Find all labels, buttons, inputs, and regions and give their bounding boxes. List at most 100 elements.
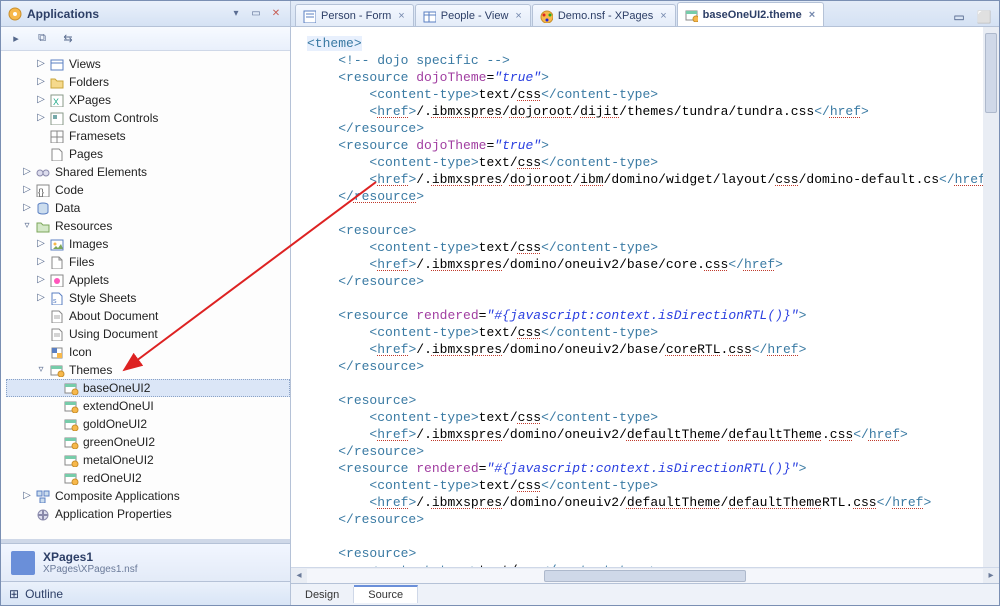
- twisty-icon[interactable]: ▷: [35, 253, 47, 271]
- tree-item-shared-elements[interactable]: ▷ Shared Elements: [7, 163, 290, 181]
- design-tab[interactable]: Design: [291, 587, 354, 603]
- twisty-icon[interactable]: ▿: [35, 361, 47, 379]
- tree-item-data[interactable]: ▷Data: [7, 199, 290, 217]
- theme-icon: [63, 435, 79, 449]
- twisty-icon[interactable]: ▷: [35, 235, 47, 253]
- tree-item-metaloneui2[interactable]: metalOneUI2: [7, 451, 290, 469]
- props-icon: [35, 507, 51, 521]
- tree-item-themes[interactable]: ▿Themes: [7, 361, 290, 379]
- db-path: XPages\XPages1.nsf: [43, 564, 138, 575]
- tree-item-style-sheets[interactable]: ▷ s Style Sheets: [7, 289, 290, 307]
- tree-item-label: Composite Applications: [55, 487, 180, 505]
- tab-label: Demo.nsf - XPages: [558, 10, 653, 22]
- views-icon: [49, 57, 65, 71]
- twisty-icon[interactable]: ▷: [35, 91, 47, 109]
- tree-item-resources[interactable]: ▿ Resources: [7, 217, 290, 235]
- tree-item-label: Views: [69, 55, 101, 73]
- sidebar: Applications ▾ ▭ ✕ ▸ ⧉ ⇆ ▷Views▷Folders▷…: [1, 1, 291, 605]
- shared-icon: [35, 165, 51, 179]
- source-editor[interactable]: <theme> <!-- dojo specific --> <resource…: [291, 27, 983, 567]
- tree-item-framesets[interactable]: Framesets: [7, 127, 290, 145]
- tab-label: Person - Form: [321, 10, 391, 22]
- tab-person-form[interactable]: Person - Form ×: [295, 4, 414, 26]
- tree-item-label: Images: [69, 235, 108, 253]
- tree-item-greenoneui2[interactable]: greenOneUI2: [7, 433, 290, 451]
- twisty-icon[interactable]: ▷: [35, 55, 47, 73]
- navigator-tree[interactable]: ▷Views▷Folders▷XXPages▷Custom ControlsFr…: [1, 51, 290, 539]
- link-icon[interactable]: ⧉: [33, 30, 51, 48]
- tree-item-label: goldOneUI2: [83, 415, 147, 433]
- new-folder-icon[interactable]: ▸: [7, 30, 25, 48]
- tree-item-label: redOneUI2: [83, 469, 142, 487]
- twisty-icon[interactable]: ▷: [35, 289, 47, 307]
- tree-item-extendoneui[interactable]: extendOneUI: [7, 397, 290, 415]
- twisty-icon[interactable]: ▷: [35, 109, 47, 127]
- tree-item-custom-controls[interactable]: ▷Custom Controls: [7, 109, 290, 127]
- horizontal-scrollbar[interactable]: ◂ ▸: [291, 567, 999, 583]
- twisty-icon[interactable]: ▷: [21, 163, 33, 181]
- tree-item-label: Framesets: [69, 127, 126, 145]
- twisty-icon[interactable]: ▷: [35, 73, 47, 91]
- file-icon: [49, 255, 65, 269]
- outline-expand-icon: ⊞: [9, 587, 19, 601]
- tree-item-views[interactable]: ▷ Views: [7, 55, 290, 73]
- tree-item-label: Applets: [69, 271, 109, 289]
- collapse-icon[interactable]: ⇆: [59, 30, 77, 48]
- img-icon: [49, 237, 65, 251]
- tab-demo-nsf-xpages[interactable]: Demo.nsf - XPages ×: [532, 4, 676, 26]
- tree-item-folders[interactable]: ▷Folders: [7, 73, 290, 91]
- tree-item-pages[interactable]: Pages: [7, 145, 290, 163]
- scroll-left-icon[interactable]: ◂: [291, 570, 307, 581]
- minimize-icon[interactable]: ▭: [248, 6, 264, 22]
- svg-text:s: s: [53, 298, 57, 305]
- twisty-icon[interactable]: ▷: [21, 199, 33, 217]
- tree-item-files[interactable]: ▷ Files: [7, 253, 290, 271]
- form-icon: [302, 9, 316, 23]
- tree-item-label: Files: [69, 253, 94, 271]
- outline-header[interactable]: ⊞ Outline: [1, 581, 290, 605]
- tree-item-using-document[interactable]: Using Document: [7, 325, 290, 343]
- close-panel-icon[interactable]: ✕: [268, 6, 284, 22]
- tree-item-baseoneui2[interactable]: baseOneUI2: [6, 379, 290, 397]
- tree-item-label: XPages: [69, 91, 111, 109]
- db-icon: [11, 551, 35, 575]
- tab-people-view[interactable]: People - View×: [415, 4, 531, 26]
- minimize-editor-icon[interactable]: ▭: [950, 8, 968, 26]
- db-title: XPages1: [43, 550, 138, 564]
- frame-icon: [49, 129, 65, 143]
- custom-icon: [49, 111, 65, 125]
- tree-item-label: Style Sheets: [69, 289, 136, 307]
- tree-item-xpages[interactable]: ▷X XPages: [7, 91, 290, 109]
- tree-item-goldoneui2[interactable]: goldOneUI2: [7, 415, 290, 433]
- twisty-icon[interactable]: ▷: [21, 181, 33, 199]
- tree-item-label: Shared Elements: [55, 163, 147, 181]
- tree-item-about-document[interactable]: About Document: [7, 307, 290, 325]
- tree-item-icon[interactable]: Icon: [7, 343, 290, 361]
- maximize-editor-icon[interactable]: ⬜: [975, 8, 993, 26]
- view-menu-icon[interactable]: ▾: [228, 6, 244, 22]
- tree-item-label: Resources: [55, 217, 112, 235]
- tree-item-application-properties[interactable]: Application Properties: [7, 505, 290, 523]
- vertical-scrollbar[interactable]: [983, 27, 999, 567]
- close-tab-icon[interactable]: ×: [809, 9, 815, 21]
- close-tab-icon[interactable]: ×: [515, 10, 521, 22]
- theme-icon: [63, 417, 79, 431]
- bottom-db-item[interactable]: XPages1 XPages\XPages1.nsf: [1, 543, 290, 581]
- tree-item-composite-applications[interactable]: ▷ Composite Applications: [7, 487, 290, 505]
- twisty-icon[interactable]: ▿: [21, 217, 33, 235]
- xpages-icon: X: [49, 93, 65, 107]
- source-tab[interactable]: Source: [354, 585, 418, 603]
- tab-baseoneui2-theme[interactable]: baseOneUI2.theme×: [677, 2, 824, 26]
- close-tab-icon[interactable]: ×: [660, 10, 666, 22]
- tree-item-images[interactable]: ▷ Images: [7, 235, 290, 253]
- tree-item-applets[interactable]: ▷ Applets: [7, 271, 290, 289]
- tree-item-code[interactable]: ▷{}Code: [7, 181, 290, 199]
- tree-item-label: Icon: [69, 343, 92, 361]
- tree-item-redoneui2[interactable]: redOneUI2: [7, 469, 290, 487]
- twisty-icon[interactable]: ▷: [21, 487, 33, 505]
- close-tab-icon[interactable]: ×: [398, 10, 404, 22]
- twisty-icon[interactable]: ▷: [35, 271, 47, 289]
- tree-item-label: Using Document: [69, 325, 158, 343]
- theme-icon: [63, 453, 79, 467]
- scroll-right-icon[interactable]: ▸: [983, 570, 999, 581]
